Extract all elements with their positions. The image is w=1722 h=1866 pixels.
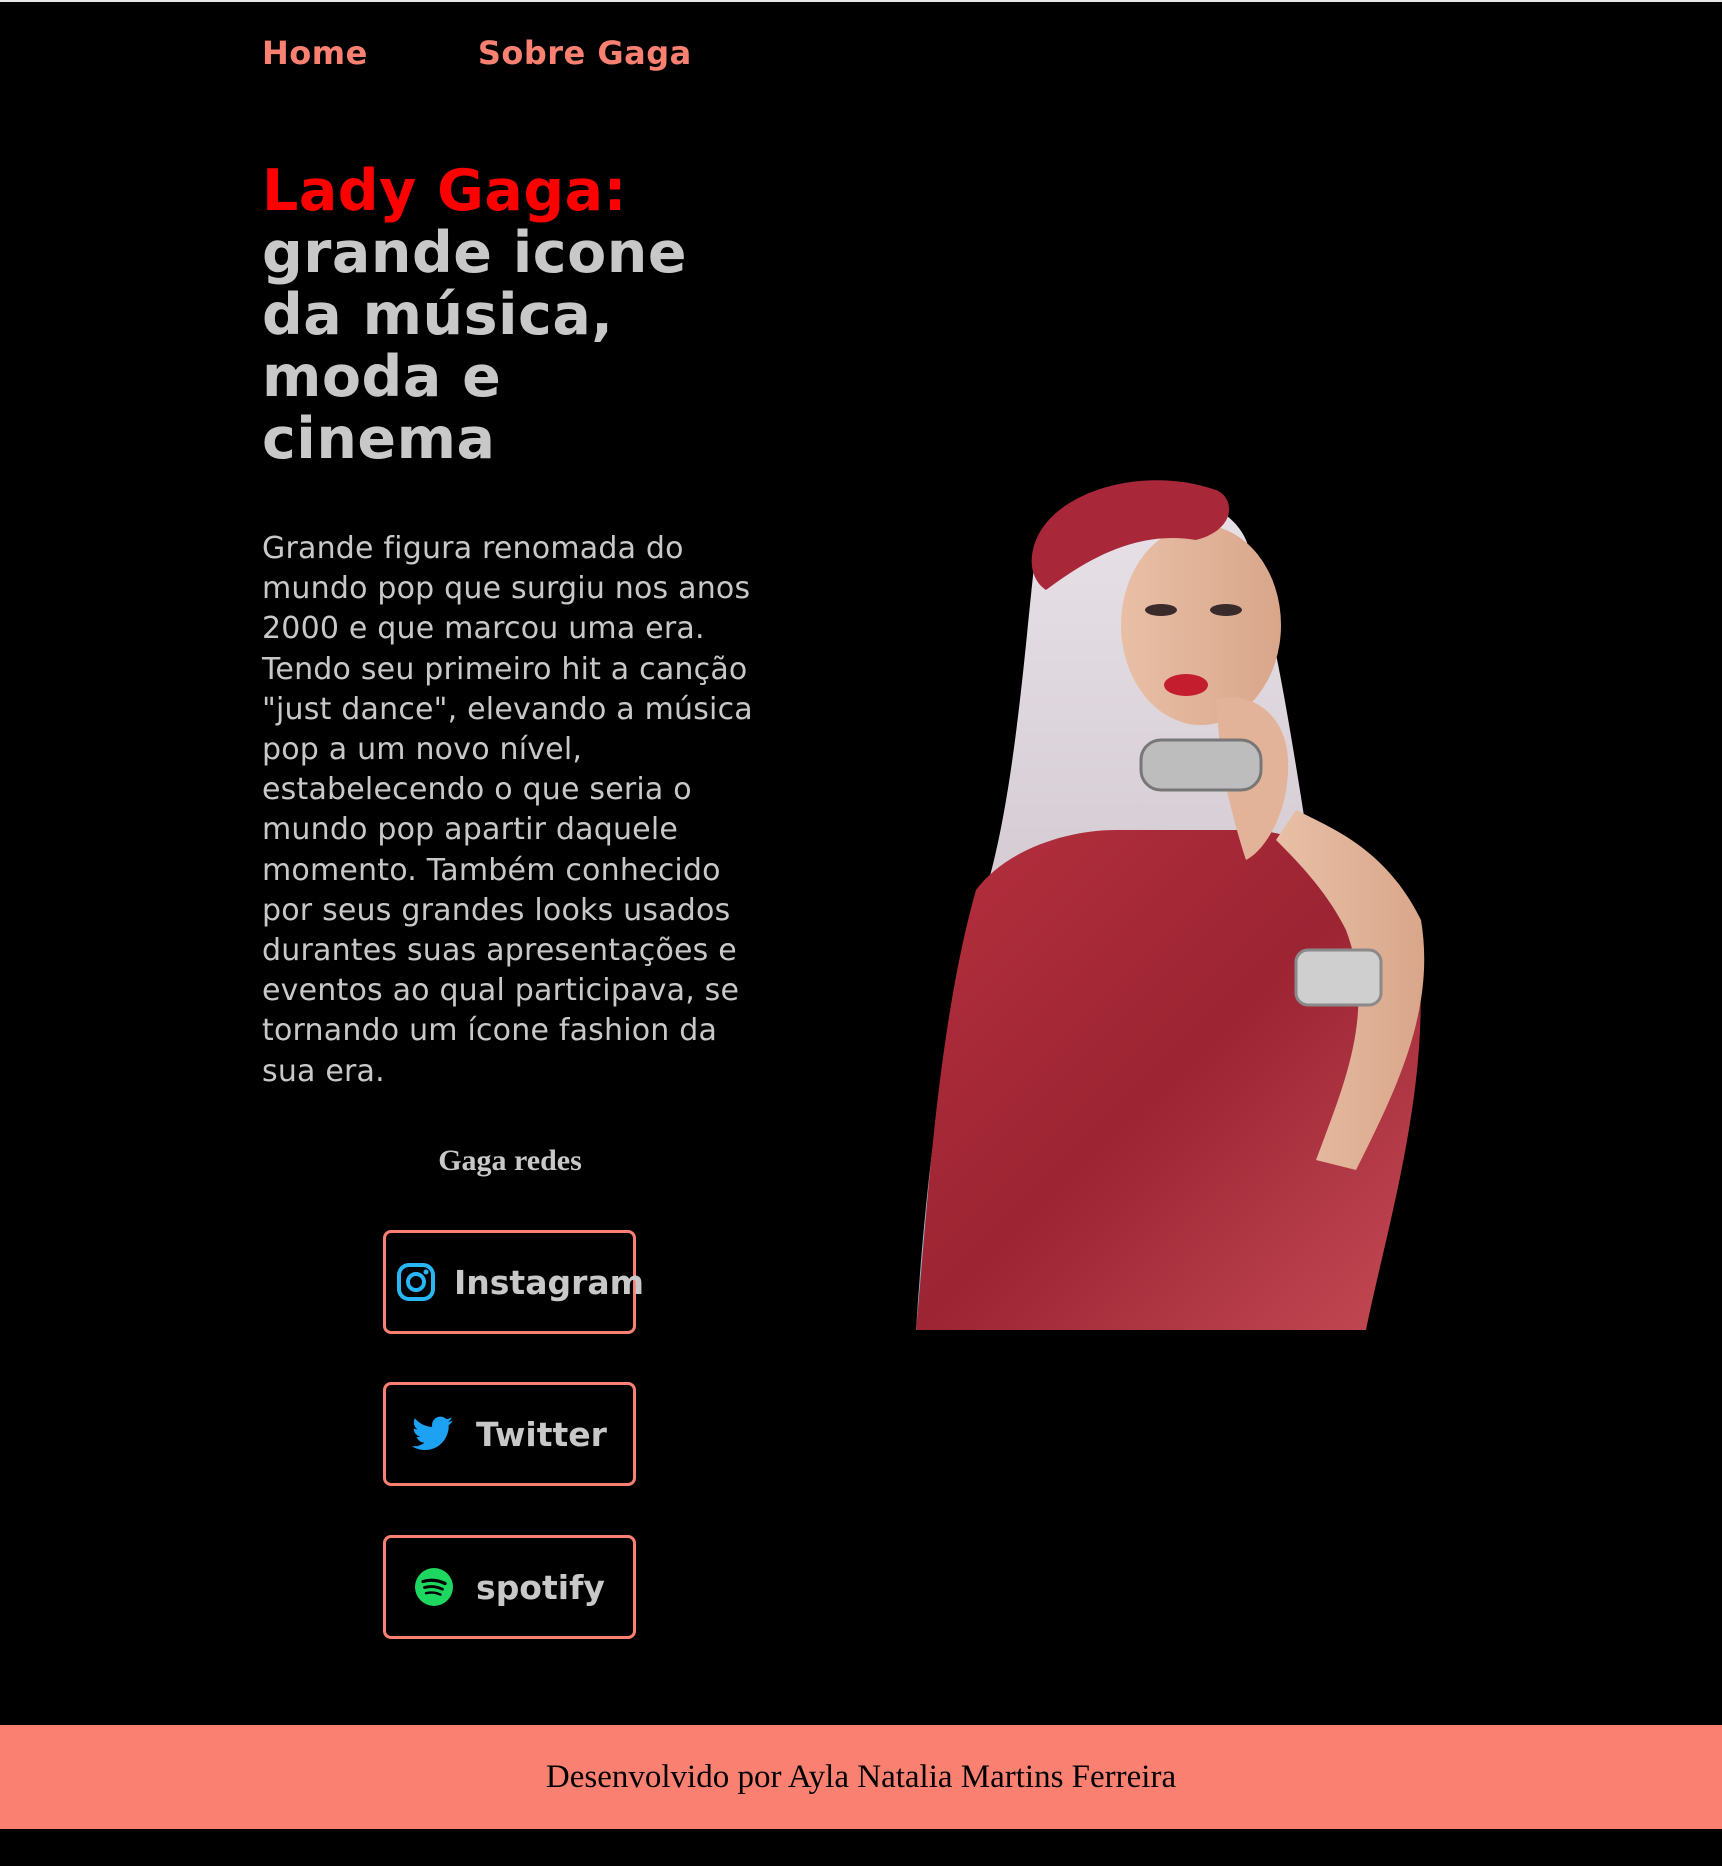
page-title: Lady Gaga: grande icone da música, moda … xyxy=(262,160,782,470)
twitter-button[interactable]: Twitter xyxy=(383,1382,636,1486)
title-name: Lady Gaga: xyxy=(262,158,627,224)
twitter-label: Twitter xyxy=(476,1414,607,1454)
instagram-button[interactable]: Instagram xyxy=(383,1230,644,1334)
spotify-label: spotify xyxy=(476,1567,605,1607)
top-border xyxy=(0,0,1722,2)
top-nav: Home Sobre Gaga xyxy=(262,34,692,72)
social-heading: Gaga redes xyxy=(438,1144,582,1177)
twitter-bird-icon xyxy=(412,1416,454,1452)
instagram-label: Instagram xyxy=(454,1262,645,1302)
spotify-icon xyxy=(414,1567,454,1607)
title-subtitle: grande icone da música, moda e cinema xyxy=(262,220,687,472)
spotify-button[interactable]: spotify xyxy=(383,1535,636,1639)
footer: Desenvolvido por Ayla Natalia Martins Fe… xyxy=(0,1725,1722,1829)
description-paragraph: Grande figura renomada do mundo pop que … xyxy=(262,531,753,1089)
nav-home-link[interactable]: Home xyxy=(262,34,368,72)
nav-about-link[interactable]: Sobre Gaga xyxy=(478,34,692,72)
footer-credit: Desenvolvido por Ayla Natalia Martins Fe… xyxy=(545,1758,1177,1795)
lady-gaga-photo xyxy=(916,470,1446,1330)
instagram-icon xyxy=(396,1262,436,1302)
